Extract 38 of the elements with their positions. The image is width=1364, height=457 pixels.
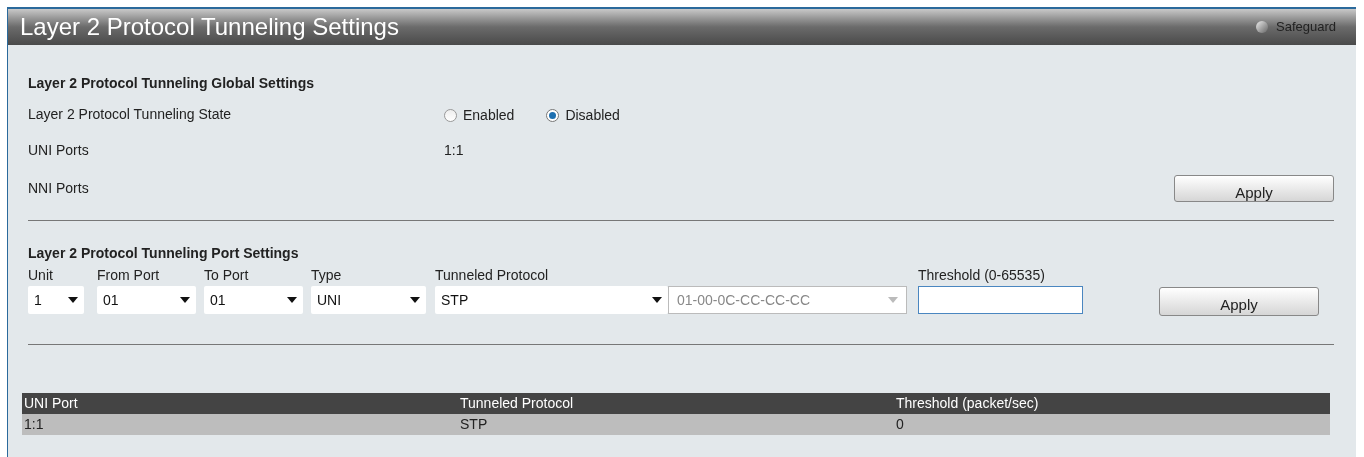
caret-icon <box>410 297 420 303</box>
table-cell: STP <box>458 414 894 435</box>
column-header: UNI Port <box>22 393 458 414</box>
dropdown[interactable]: STP <box>435 286 668 314</box>
column-label: Unit <box>28 266 54 285</box>
table-cell: 0 <box>894 414 1330 435</box>
column-header: Tunneled Protocol <box>458 393 894 414</box>
field-label: UNI Ports <box>28 140 90 160</box>
field-label: Layer 2 Protocol Tunneling State <box>28 104 233 124</box>
radio-label: Enabled <box>463 106 515 125</box>
column-label: From Port <box>97 266 161 285</box>
dropdown[interactable]: 01 <box>97 286 196 314</box>
caret-icon <box>888 297 898 303</box>
radio-label: Disabled <box>565 106 620 125</box>
caret-icon <box>68 297 78 303</box>
table-cell: 1:1 <box>22 414 458 435</box>
section-heading: Layer 2 Protocol Tunneling Global Settings <box>28 74 315 93</box>
window-title: Layer 2 Protocol Tunneling Settings <box>20 15 399 39</box>
caret-icon <box>652 297 662 303</box>
caret-icon <box>180 297 190 303</box>
field-label: NNI Ports <box>28 178 89 198</box>
field-value: 1:1 <box>444 140 464 160</box>
radio-button[interactable] <box>546 109 560 122</box>
column-label: Type <box>311 266 343 285</box>
caret-icon <box>287 297 297 303</box>
apply-button[interactable]: Apply <box>1174 174 1334 202</box>
dropdown[interactable]: 01 <box>204 286 303 314</box>
column-label: To Port <box>204 266 250 285</box>
input-field[interactable] <box>918 286 1083 314</box>
safeguard-label: Safeguard <box>1276 18 1336 37</box>
dropdown[interactable]: UNI <box>311 286 426 314</box>
column-label: Tunneled Protocol <box>435 266 550 285</box>
column-header: Threshold (packet/sec) <box>894 393 1330 414</box>
apply-button[interactable]: Apply <box>1159 287 1319 316</box>
section-heading: Layer 2 Protocol Tunneling Port Settings <box>28 244 300 263</box>
radio-button[interactable] <box>444 109 457 122</box>
column-label: Threshold (0-65535) <box>918 266 1046 285</box>
dropdown[interactable]: 1 <box>28 286 84 314</box>
